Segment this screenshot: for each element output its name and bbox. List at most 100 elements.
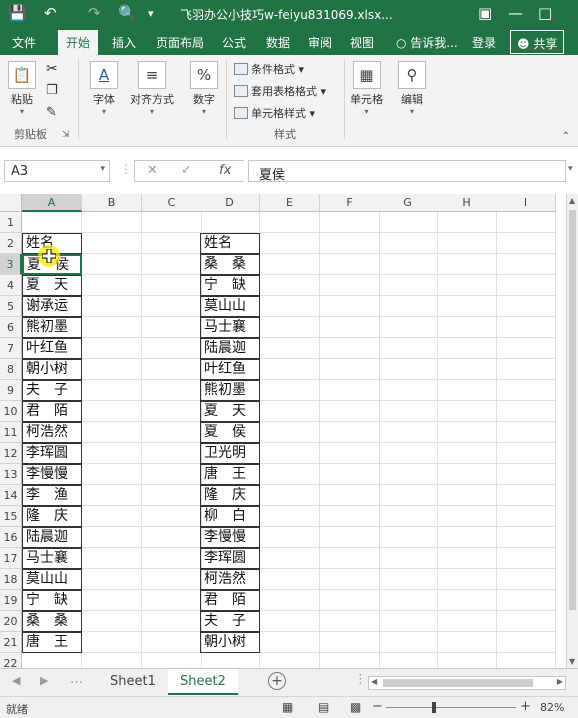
cell[interactable] <box>320 422 380 443</box>
cell-a[interactable]: 李慢慢 <box>22 464 82 485</box>
cell[interactable] <box>378 254 438 275</box>
tab-home[interactable]: 开始 <box>58 30 99 55</box>
tab-review[interactable]: 审阅 <box>308 34 332 51</box>
formula-input[interactable]: 夏侯 <box>248 160 566 183</box>
cell-d[interactable]: 陆晨迦 <box>200 338 260 359</box>
cell-a[interactable]: 马士襄 <box>22 548 82 569</box>
cell-a[interactable]: 陆晨迦 <box>22 527 82 548</box>
cell[interactable] <box>496 590 556 611</box>
cell[interactable] <box>496 275 556 296</box>
page-layout-view-icon[interactable]: ▤ <box>318 700 329 714</box>
cell[interactable] <box>142 422 202 443</box>
cell[interactable] <box>82 569 142 590</box>
cell[interactable] <box>320 527 380 548</box>
cell-a[interactable]: 熊初墨 <box>22 317 82 338</box>
cell[interactable] <box>437 401 497 422</box>
cell[interactable] <box>142 464 202 485</box>
row-header[interactable]: 11 <box>0 422 22 443</box>
cell[interactable] <box>378 527 438 548</box>
cell-a[interactable]: 宁 缺 <box>22 590 82 611</box>
cell[interactable] <box>142 653 202 668</box>
cell[interactable] <box>142 611 202 632</box>
print-preview-icon[interactable]: 🔍 <box>118 4 137 22</box>
cells-button[interactable]: ▦ 单元格 ▾ <box>350 61 383 116</box>
cell-d[interactable]: 叶红鱼 <box>200 359 260 380</box>
column-header-a[interactable]: A <box>22 194 82 212</box>
zoom-slider[interactable] <box>386 707 516 708</box>
cell[interactable] <box>496 506 556 527</box>
cell[interactable] <box>378 296 438 317</box>
column-header-i[interactable]: I <box>496 194 556 212</box>
cell[interactable] <box>82 485 142 506</box>
login-link[interactable]: 登录 <box>472 34 496 51</box>
add-sheet-icon[interactable]: + <box>268 672 286 690</box>
cell-d[interactable]: 李珲圆 <box>200 548 260 569</box>
cell[interactable] <box>437 485 497 506</box>
cell-a[interactable] <box>22 653 82 668</box>
sheet-tab-sheet1[interactable]: Sheet1 <box>98 669 168 695</box>
cell[interactable] <box>82 380 142 401</box>
cell[interactable] <box>260 296 320 317</box>
cell[interactable] <box>82 359 142 380</box>
column-header-f[interactable]: F <box>320 194 380 212</box>
cell-d[interactable] <box>200 212 260 233</box>
cell[interactable] <box>496 317 556 338</box>
row-header[interactable]: 7 <box>0 338 22 359</box>
horizontal-scrollbar[interactable]: ◀ ▶ <box>368 676 566 690</box>
cell[interactable] <box>496 254 556 275</box>
cell[interactable] <box>496 359 556 380</box>
select-all-corner[interactable] <box>0 194 22 212</box>
cell[interactable] <box>82 464 142 485</box>
cell[interactable] <box>378 233 438 254</box>
format-painter-icon[interactable]: ✎ <box>46 105 57 120</box>
cell[interactable] <box>260 254 320 275</box>
row-header[interactable]: 9 <box>0 380 22 401</box>
cell[interactable] <box>320 380 380 401</box>
cell[interactable] <box>496 422 556 443</box>
cell[interactable] <box>142 275 202 296</box>
cell[interactable] <box>437 527 497 548</box>
cell[interactable] <box>320 443 380 464</box>
cell-d[interactable]: 君 陌 <box>200 590 260 611</box>
ribbon-display-icon[interactable]: ▣ <box>478 4 492 22</box>
cell[interactable] <box>260 464 320 485</box>
cell[interactable] <box>142 632 202 653</box>
cell[interactable] <box>437 590 497 611</box>
cell[interactable] <box>496 569 556 590</box>
cell[interactable] <box>378 485 438 506</box>
cell-d[interactable]: 宁 缺 <box>200 275 260 296</box>
cell[interactable] <box>82 254 142 275</box>
cell[interactable] <box>260 485 320 506</box>
cell-d[interactable]: 李慢慢 <box>200 527 260 548</box>
cell[interactable] <box>320 611 380 632</box>
cell[interactable] <box>437 212 497 233</box>
editing-button[interactable]: ⚲ 编辑 ▾ <box>398 61 426 116</box>
cell-d[interactable]: 姓名 <box>200 233 260 254</box>
conditional-format-button[interactable]: 条件格式 ▾ <box>234 61 304 77</box>
prev-sheet-icon[interactable]: ◀ <box>12 674 20 687</box>
copy-icon[interactable]: ❐ <box>46 83 58 98</box>
row-header[interactable]: 13 <box>0 464 22 485</box>
cell[interactable] <box>142 380 202 401</box>
cell[interactable] <box>142 401 202 422</box>
cell[interactable] <box>496 632 556 653</box>
cell[interactable] <box>142 233 202 254</box>
cell[interactable] <box>496 485 556 506</box>
cell-a[interactable]: 夏 天 <box>22 275 82 296</box>
row-header[interactable]: 4 <box>0 275 22 296</box>
row-header[interactable]: 14 <box>0 485 22 506</box>
cell-a[interactable]: 谢承运 <box>22 296 82 317</box>
cell[interactable] <box>320 569 380 590</box>
cell[interactable] <box>320 590 380 611</box>
cell-d[interactable]: 柳 白 <box>200 506 260 527</box>
collapse-ribbon-icon[interactable]: ⌃ <box>562 131 570 142</box>
cell-d[interactable]: 唐 王 <box>200 464 260 485</box>
worksheet-grid[interactable]: A B C D E F G H I 1 2 姓名 姓名 3 夏 侯桑 桑4夏 天宁 缺 5 谢承运 莫山山 6 熊初墨… <box>0 194 578 668</box>
cell[interactable] <box>437 422 497 443</box>
cell-d[interactable]: 莫山山 <box>200 296 260 317</box>
cell[interactable] <box>378 443 438 464</box>
cell[interactable] <box>82 632 142 653</box>
cell[interactable] <box>320 653 380 668</box>
expand-formula-bar-icon[interactable]: ▾ <box>568 164 573 174</box>
cell[interactable] <box>142 527 202 548</box>
